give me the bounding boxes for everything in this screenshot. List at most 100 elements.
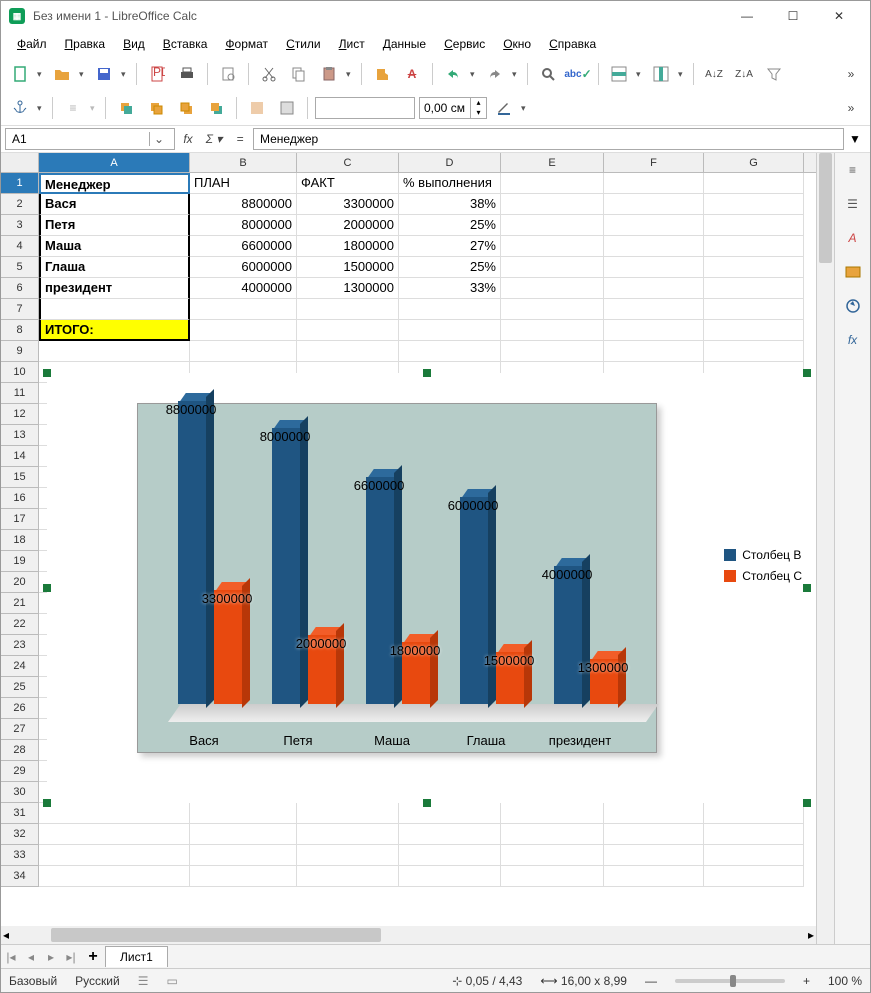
row-header[interactable]: 8 <box>1 320 39 341</box>
cell[interactable] <box>297 320 399 341</box>
line-style-icon[interactable] <box>244 95 270 121</box>
menu-tools[interactable]: Сервис <box>436 33 493 55</box>
column-header[interactable]: E <box>501 153 604 172</box>
column-icon[interactable] <box>648 61 674 87</box>
row-header[interactable]: 32 <box>1 824 39 845</box>
cell[interactable] <box>297 866 399 887</box>
cell[interactable]: 27% <box>399 236 501 257</box>
arrange-back-icon[interactable] <box>203 95 229 121</box>
cell[interactable]: президент <box>39 278 190 299</box>
anchor-icon[interactable] <box>7 95 33 121</box>
row-header[interactable]: 13 <box>1 425 39 446</box>
cell[interactable] <box>399 320 501 341</box>
status-signature-icon[interactable]: ▭ <box>166 974 177 988</box>
cell[interactable] <box>604 236 704 257</box>
menu-view[interactable]: Вид <box>115 33 153 55</box>
cell[interactable] <box>190 824 297 845</box>
maximize-button[interactable]: ☐ <box>770 2 816 30</box>
toolbar2-overflow-icon[interactable]: » <box>838 95 864 121</box>
row-header[interactable]: 23 <box>1 635 39 656</box>
cell[interactable] <box>297 824 399 845</box>
arrange-forward-icon[interactable] <box>143 95 169 121</box>
menu-help[interactable]: Справка <box>541 33 604 55</box>
cell[interactable] <box>704 278 804 299</box>
row-header[interactable]: 34 <box>1 866 39 887</box>
cell[interactable] <box>604 845 704 866</box>
cell[interactable] <box>399 803 501 824</box>
open-icon[interactable] <box>49 61 75 87</box>
row-header[interactable]: 28 <box>1 740 39 761</box>
toolbar-overflow-icon[interactable]: » <box>838 61 864 87</box>
sheet-tab[interactable]: Лист1 <box>105 946 168 967</box>
menu-sheet[interactable]: Лист <box>331 33 373 55</box>
row-header[interactable]: 6 <box>1 278 39 299</box>
cell[interactable] <box>39 803 190 824</box>
cell[interactable] <box>501 803 604 824</box>
cell[interactable]: 1500000 <box>297 257 399 278</box>
spinner-up-icon[interactable]: ▴ <box>470 98 486 108</box>
cell[interactable] <box>190 341 297 362</box>
cell[interactable] <box>604 173 704 194</box>
minimize-button[interactable]: — <box>724 2 770 30</box>
cell-reference-dropdown-icon[interactable]: ⌄ <box>149 132 168 146</box>
spellcheck-icon[interactable]: abc✓ <box>565 61 591 87</box>
tab-add-icon[interactable]: + <box>81 948 105 966</box>
row-header[interactable]: 12 <box>1 404 39 425</box>
spinner-down-icon[interactable]: ▾ <box>470 108 486 118</box>
row-header[interactable]: 24 <box>1 656 39 677</box>
tab-prev-icon[interactable]: ◂ <box>21 950 41 964</box>
row-header[interactable]: 3 <box>1 215 39 236</box>
chart-resize-handle[interactable] <box>803 369 811 377</box>
cell[interactable]: ФАКТ <box>297 173 399 194</box>
row-header[interactable]: 33 <box>1 845 39 866</box>
spreadsheet[interactable]: ABCDEFG 1МенеджерПЛАНФАКТ% выполнения2Ва… <box>1 153 816 944</box>
row-header[interactable]: 25 <box>1 677 39 698</box>
menu-styles[interactable]: Стили <box>278 33 329 55</box>
hscroll-thumb[interactable] <box>51 928 381 942</box>
cell[interactable]: Петя <box>39 215 190 236</box>
vertical-scrollbar[interactable] <box>816 153 834 944</box>
cell[interactable] <box>501 257 604 278</box>
cell[interactable] <box>501 341 604 362</box>
chart-resize-handle[interactable] <box>423 369 431 377</box>
menu-file[interactable]: Файл <box>9 33 55 55</box>
cell[interactable] <box>190 803 297 824</box>
cell[interactable] <box>704 320 804 341</box>
row-header[interactable]: 21 <box>1 593 39 614</box>
column-header[interactable]: F <box>604 153 704 172</box>
cell[interactable] <box>39 824 190 845</box>
sidebar-gallery-icon[interactable] <box>842 261 864 283</box>
clone-format-icon[interactable] <box>369 61 395 87</box>
new-icon[interactable] <box>7 61 33 87</box>
sidebar-settings-icon[interactable]: ≡ <box>842 159 864 181</box>
row-header[interactable]: 1 <box>1 173 39 194</box>
cell[interactable] <box>39 299 190 320</box>
cell[interactable] <box>501 845 604 866</box>
cell[interactable] <box>297 299 399 320</box>
row-header[interactable]: 17 <box>1 509 39 530</box>
cell[interactable]: 8000000 <box>190 215 297 236</box>
column-header[interactable]: D <box>399 153 501 172</box>
cell[interactable] <box>604 194 704 215</box>
cell[interactable] <box>399 845 501 866</box>
row-header[interactable]: 2 <box>1 194 39 215</box>
cell[interactable] <box>704 803 804 824</box>
column-header[interactable]: B <box>190 153 297 172</box>
cell[interactable] <box>704 341 804 362</box>
cell[interactable] <box>190 866 297 887</box>
pdf-icon[interactable]: PDF <box>144 61 170 87</box>
close-button[interactable]: ✕ <box>816 2 862 30</box>
paste-icon[interactable] <box>316 61 342 87</box>
cell[interactable] <box>604 299 704 320</box>
chart-resize-handle[interactable] <box>803 799 811 807</box>
cell[interactable] <box>704 173 804 194</box>
cell[interactable] <box>604 803 704 824</box>
status-style[interactable]: Базовый <box>9 974 57 988</box>
cell[interactable] <box>297 341 399 362</box>
redo-icon[interactable] <box>482 61 508 87</box>
cell[interactable] <box>704 257 804 278</box>
cell[interactable]: 38% <box>399 194 501 215</box>
sum-icon[interactable]: Σ ▾ <box>203 128 225 150</box>
cell[interactable] <box>604 320 704 341</box>
column-header[interactable]: C <box>297 153 399 172</box>
